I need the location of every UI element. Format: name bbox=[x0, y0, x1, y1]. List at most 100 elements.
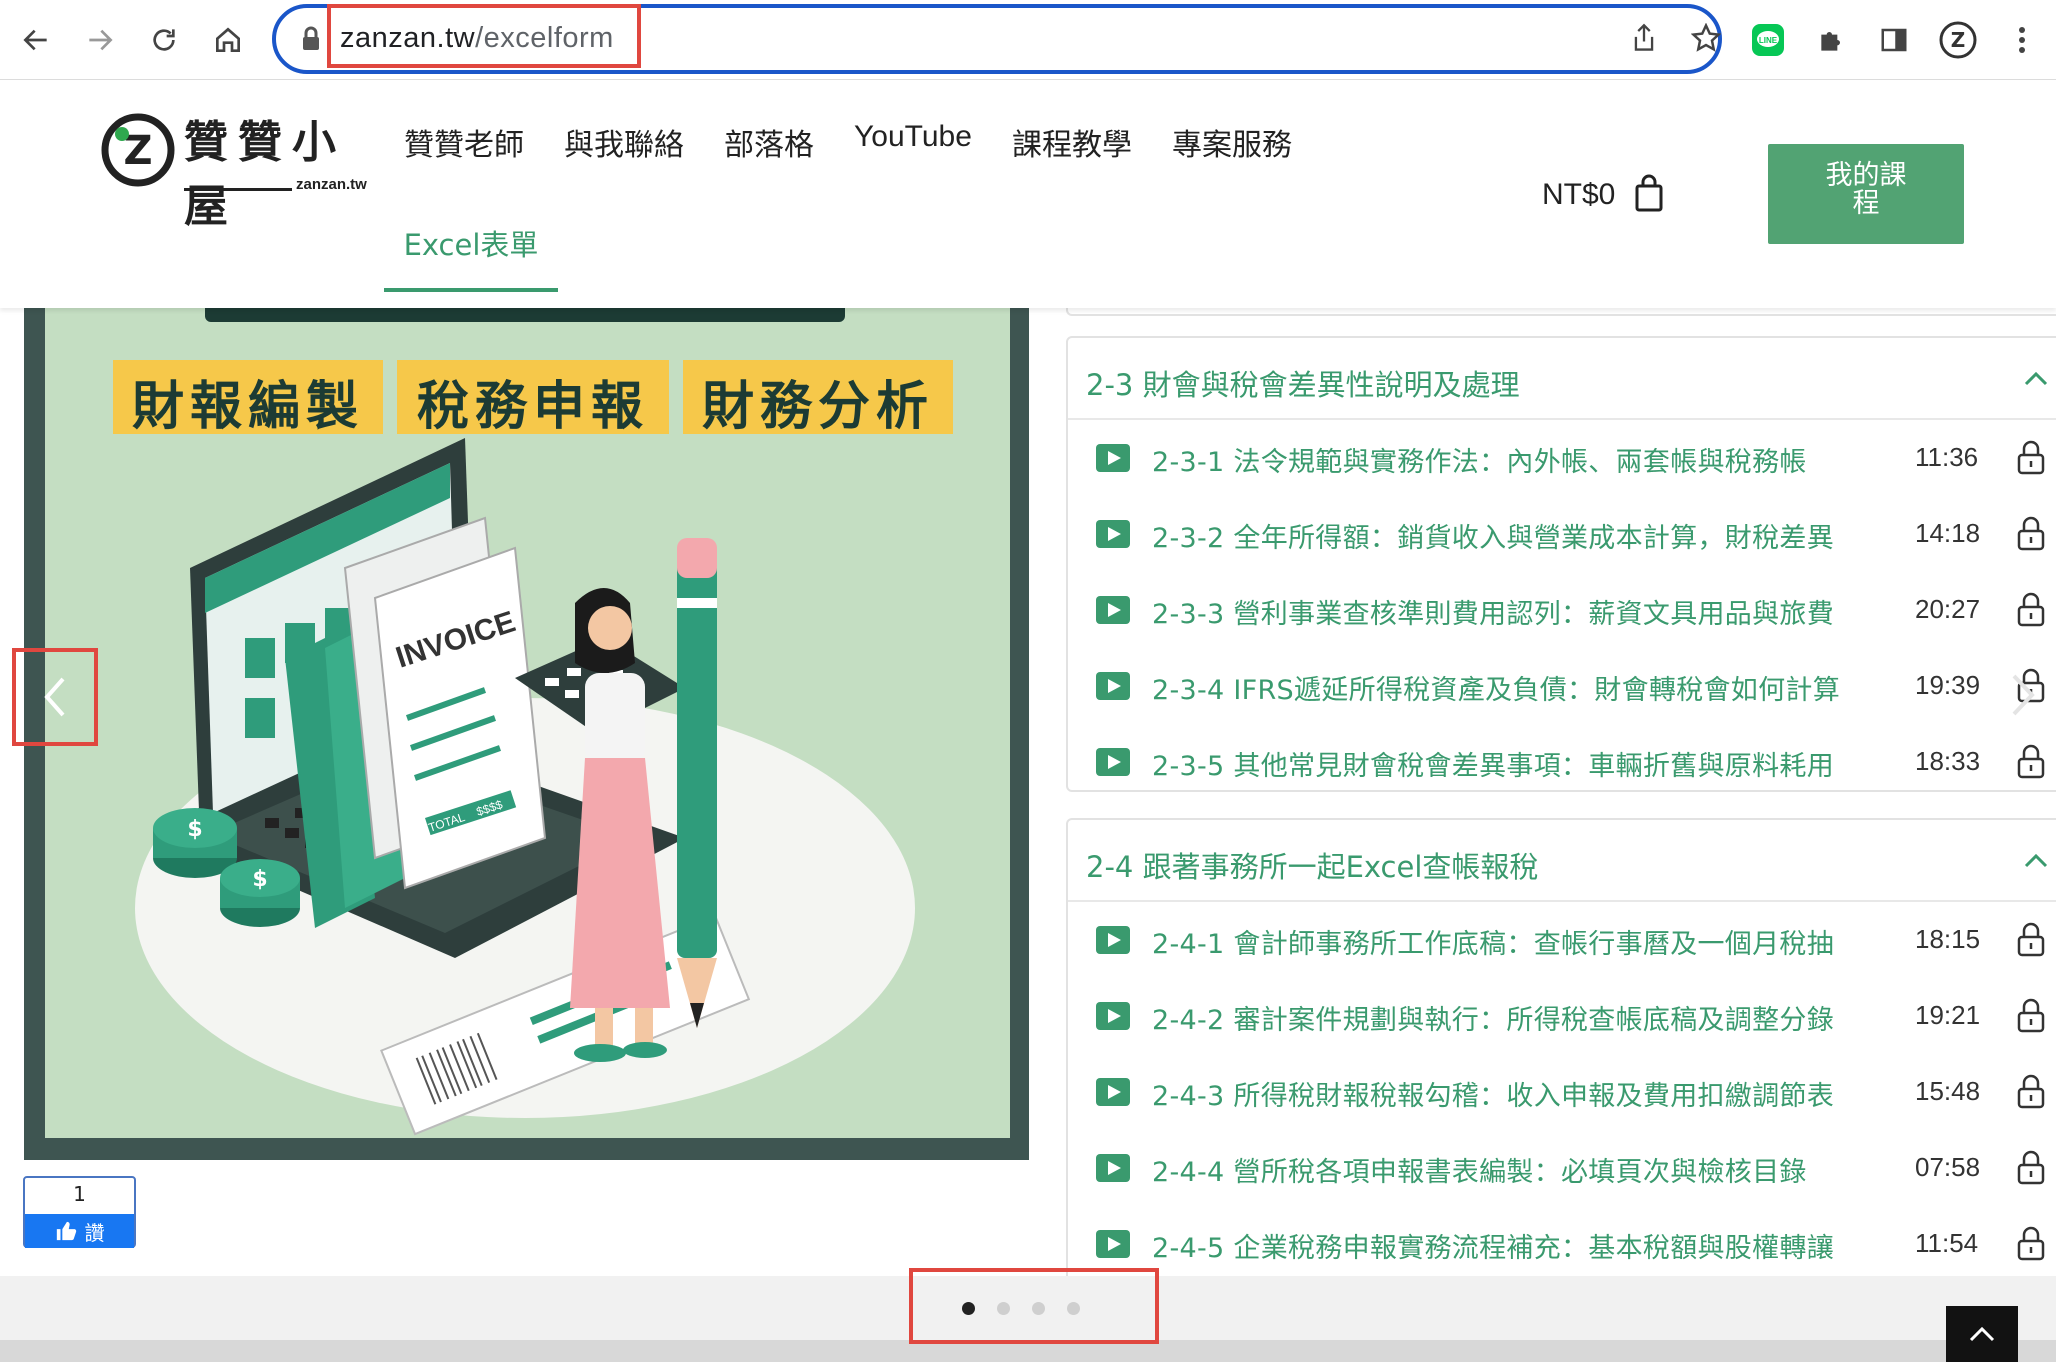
section-2-4: 2-4 跟著事務所一起Excel查帳報稅 2-4-1 會計師事務所工作底稿：查帳… bbox=[1066, 818, 2056, 1288]
lesson-duration: 18:15 bbox=[1915, 924, 1981, 954]
svg-text:Z: Z bbox=[1951, 28, 1966, 52]
carousel-dots bbox=[962, 1302, 1080, 1315]
carousel-prev-button[interactable] bbox=[12, 648, 98, 746]
forward-arrow-icon bbox=[89, 29, 113, 51]
lock-icon bbox=[2017, 1150, 2045, 1185]
tab-excel-form[interactable]: Excel表單 bbox=[384, 210, 558, 292]
lesson-duration: 07:58 bbox=[1915, 1152, 1981, 1182]
chevron-up-icon[interactable] bbox=[2018, 360, 2054, 396]
page-bottom-strip bbox=[0, 1340, 2056, 1362]
side-panel-button[interactable] bbox=[1868, 14, 1920, 66]
chevron-up-icon[interactable] bbox=[2018, 842, 2054, 878]
back-to-top-button[interactable] bbox=[1946, 1306, 2018, 1362]
tag-financial-report: 財報編製 bbox=[113, 360, 383, 437]
facebook-like-widget: 1 讚 bbox=[23, 1176, 136, 1248]
section-header[interactable]: 2-4 跟著事務所一起Excel查帳報稅 bbox=[1068, 820, 2056, 902]
carousel-dot-2[interactable] bbox=[997, 1302, 1010, 1315]
home-icon bbox=[216, 27, 240, 52]
play-icon bbox=[1096, 748, 1130, 776]
carousel-dot-4[interactable] bbox=[1067, 1302, 1080, 1315]
menu-item-youtube[interactable]: YouTube bbox=[854, 120, 972, 154]
shopping-bag-icon bbox=[1635, 174, 1663, 212]
lesson-row[interactable]: 2-4-3 所得稅財報稅報勾稽：收入申報及費用扣繳調節表 15:48 bbox=[1068, 1054, 2056, 1130]
lesson-row[interactable]: 2-3-4 IFRS遞延所得稅資產及負債：財會轉稅會如何計算 19:39 bbox=[1068, 648, 2056, 724]
bookmark-button[interactable] bbox=[1680, 12, 1732, 64]
site-logo[interactable]: Z 贊贊小屋 zanzan.tw bbox=[100, 106, 382, 232]
line-extension-button[interactable]: LINE bbox=[1742, 14, 1794, 66]
url-text: zanzan.tw/excelform bbox=[340, 22, 614, 55]
menu-item-courses[interactable]: 課程教學 bbox=[1012, 120, 1132, 164]
lock-icon bbox=[2017, 744, 2045, 779]
section-header[interactable]: 2-3 財會與稅會差異性說明及處理 bbox=[1068, 338, 2056, 420]
lesson-title: 2-4-5 企業稅務申報實務流程補充：基本稅額與股權轉讓 bbox=[1152, 1233, 1835, 1264]
extensions-button[interactable] bbox=[1806, 14, 1858, 66]
browser-menu-button[interactable] bbox=[1996, 14, 2048, 66]
svg-text:$: $ bbox=[187, 817, 202, 842]
menu-item-projects[interactable]: 專案服務 bbox=[1172, 120, 1292, 164]
lock-icon bbox=[2017, 1074, 2045, 1109]
lesson-title: 2-3-1 法令規範與實務作法：內外帳、兩套帳與稅務帳 bbox=[1152, 447, 1807, 478]
url-host: zanzan.tw bbox=[340, 22, 476, 54]
lesson-row[interactable]: 2-4-2 審計案件規劃與執行：所得稅查帳底稿及調整分錄 19:21 bbox=[1068, 978, 2056, 1054]
section-title: 2-3 財會與稅會差異性說明及處理 bbox=[1086, 368, 1520, 402]
like-count: 1 bbox=[73, 1182, 86, 1206]
thumbs-up-icon bbox=[56, 1221, 76, 1241]
play-icon bbox=[1096, 1230, 1130, 1258]
address-bar[interactable]: zanzan.tw/excelform bbox=[272, 4, 1722, 74]
forward-button[interactable] bbox=[74, 14, 126, 66]
profile-avatar-icon: Z bbox=[1939, 21, 1977, 59]
like-button[interactable]: 讚 bbox=[25, 1214, 134, 1248]
menu-item-contact[interactable]: 與我聯絡 bbox=[564, 120, 684, 164]
cart-button[interactable]: NT$0 bbox=[1542, 174, 1663, 212]
carousel-dot-3[interactable] bbox=[1032, 1302, 1045, 1315]
lesson-row[interactable]: 2-4-5 企業稅務申報實務流程補充：基本稅額與股權轉讓 11:54 bbox=[1068, 1206, 2056, 1282]
tag-financial-analysis: 財務分析 bbox=[683, 360, 953, 437]
my-course-label-line1: 我的課 bbox=[1825, 160, 1907, 191]
lock-icon bbox=[2017, 922, 2045, 957]
carousel-next-button[interactable] bbox=[2008, 670, 2038, 720]
lesson-row[interactable]: 2-3-2 全年所得額：銷貨收入與營業成本計算，財稅差異 14:18 bbox=[1068, 496, 2056, 572]
curriculum-panel: 2-3 財會與稅會差異性說明及處理 2-3-1 法令規範與實務作法：內外帳、兩套… bbox=[1066, 296, 2056, 1288]
lesson-row[interactable]: 2-3-1 法令規範與實務作法：內外帳、兩套帳與稅務帳 11:36 bbox=[1068, 420, 2056, 496]
menu-item-blog[interactable]: 部落格 bbox=[724, 120, 814, 164]
back-button[interactable] bbox=[10, 14, 62, 66]
lesson-title: 2-4-1 會計師事務所工作底稿：查帳行事曆及一個月稅抽 bbox=[1152, 929, 1835, 960]
star-icon bbox=[1691, 23, 1721, 52]
lesson-duration: 11:36 bbox=[1915, 442, 1979, 472]
logo-underline bbox=[184, 188, 292, 191]
lesson-row[interactable]: 2-4-1 會計師事務所工作底稿：查帳行事曆及一個月稅抽 18:15 bbox=[1068, 902, 2056, 978]
svg-text:LINE: LINE bbox=[1759, 36, 1778, 45]
lesson-title: 2-4-2 審計案件規劃與執行：所得稅查帳底稿及調整分錄 bbox=[1152, 1005, 1835, 1036]
lesson-title: 2-3-2 全年所得額：銷貨收入與營業成本計算，財稅差異 bbox=[1152, 523, 1835, 554]
tag-tax-filing: 稅務申報 bbox=[397, 360, 669, 437]
lesson-duration: 19:21 bbox=[1915, 1000, 1981, 1030]
cover-title-remnant bbox=[205, 308, 845, 322]
home-button[interactable] bbox=[202, 14, 254, 66]
carousel-dot-1[interactable] bbox=[962, 1302, 975, 1315]
reload-button[interactable] bbox=[138, 14, 190, 66]
logo-title: 贊贊小屋 bbox=[184, 117, 346, 232]
menu-item-teacher[interactable]: 贊贊老師 bbox=[404, 120, 524, 164]
lesson-title: 2-3-3 營利事業查核準則費用認列：薪資文具用品與旅費 bbox=[1152, 599, 1835, 630]
lesson-row[interactable]: 2-3-5 其他常見財會稅會差異事項：車輛折舊與原料耗用 18:33 bbox=[1068, 724, 2056, 800]
my-course-button[interactable]: 我的課 程 bbox=[1768, 144, 1964, 244]
lesson-row[interactable]: 2-3-3 營利事業查核準則費用認列：薪資文具用品與旅費 20:27 bbox=[1068, 572, 2056, 648]
url-path: /excelform bbox=[475, 22, 614, 54]
lesson-row[interactable]: 2-4-4 營所稅各項申報書表編製：必填頁次與檢核目錄 07:58 bbox=[1068, 1130, 2056, 1206]
section-2-3: 2-3 財會與稅會差異性說明及處理 2-3-1 法令規範與實務作法：內外帳、兩套… bbox=[1066, 336, 2056, 792]
browser-toolbar: zanzan.tw/excelform LINE Z bbox=[0, 0, 2056, 80]
side-panel-icon bbox=[1881, 28, 1907, 52]
lock-icon bbox=[2017, 516, 2045, 551]
chevron-left-icon bbox=[44, 677, 65, 717]
accounting-illustration: INVOICE TOTAL $$$$ $ $ bbox=[135, 438, 915, 1136]
like-label: 讚 bbox=[84, 1220, 105, 1245]
share-button[interactable] bbox=[1618, 12, 1670, 64]
lesson-duration: 11:54 bbox=[1915, 1228, 1979, 1258]
line-icon: LINE bbox=[1752, 24, 1784, 56]
profile-button[interactable]: Z bbox=[1932, 14, 1984, 66]
cover-illustration: 財報編製 稅務申報 財務分析 INVOICE TOTAL $$$$ $ $ bbox=[45, 308, 1010, 1138]
play-icon bbox=[1096, 596, 1130, 624]
lesson-title: 2-4-4 營所稅各項申報書表編製：必填頁次與檢核目錄 bbox=[1152, 1157, 1807, 1188]
back-arrow-icon bbox=[23, 29, 47, 51]
share-icon bbox=[1634, 23, 1654, 51]
